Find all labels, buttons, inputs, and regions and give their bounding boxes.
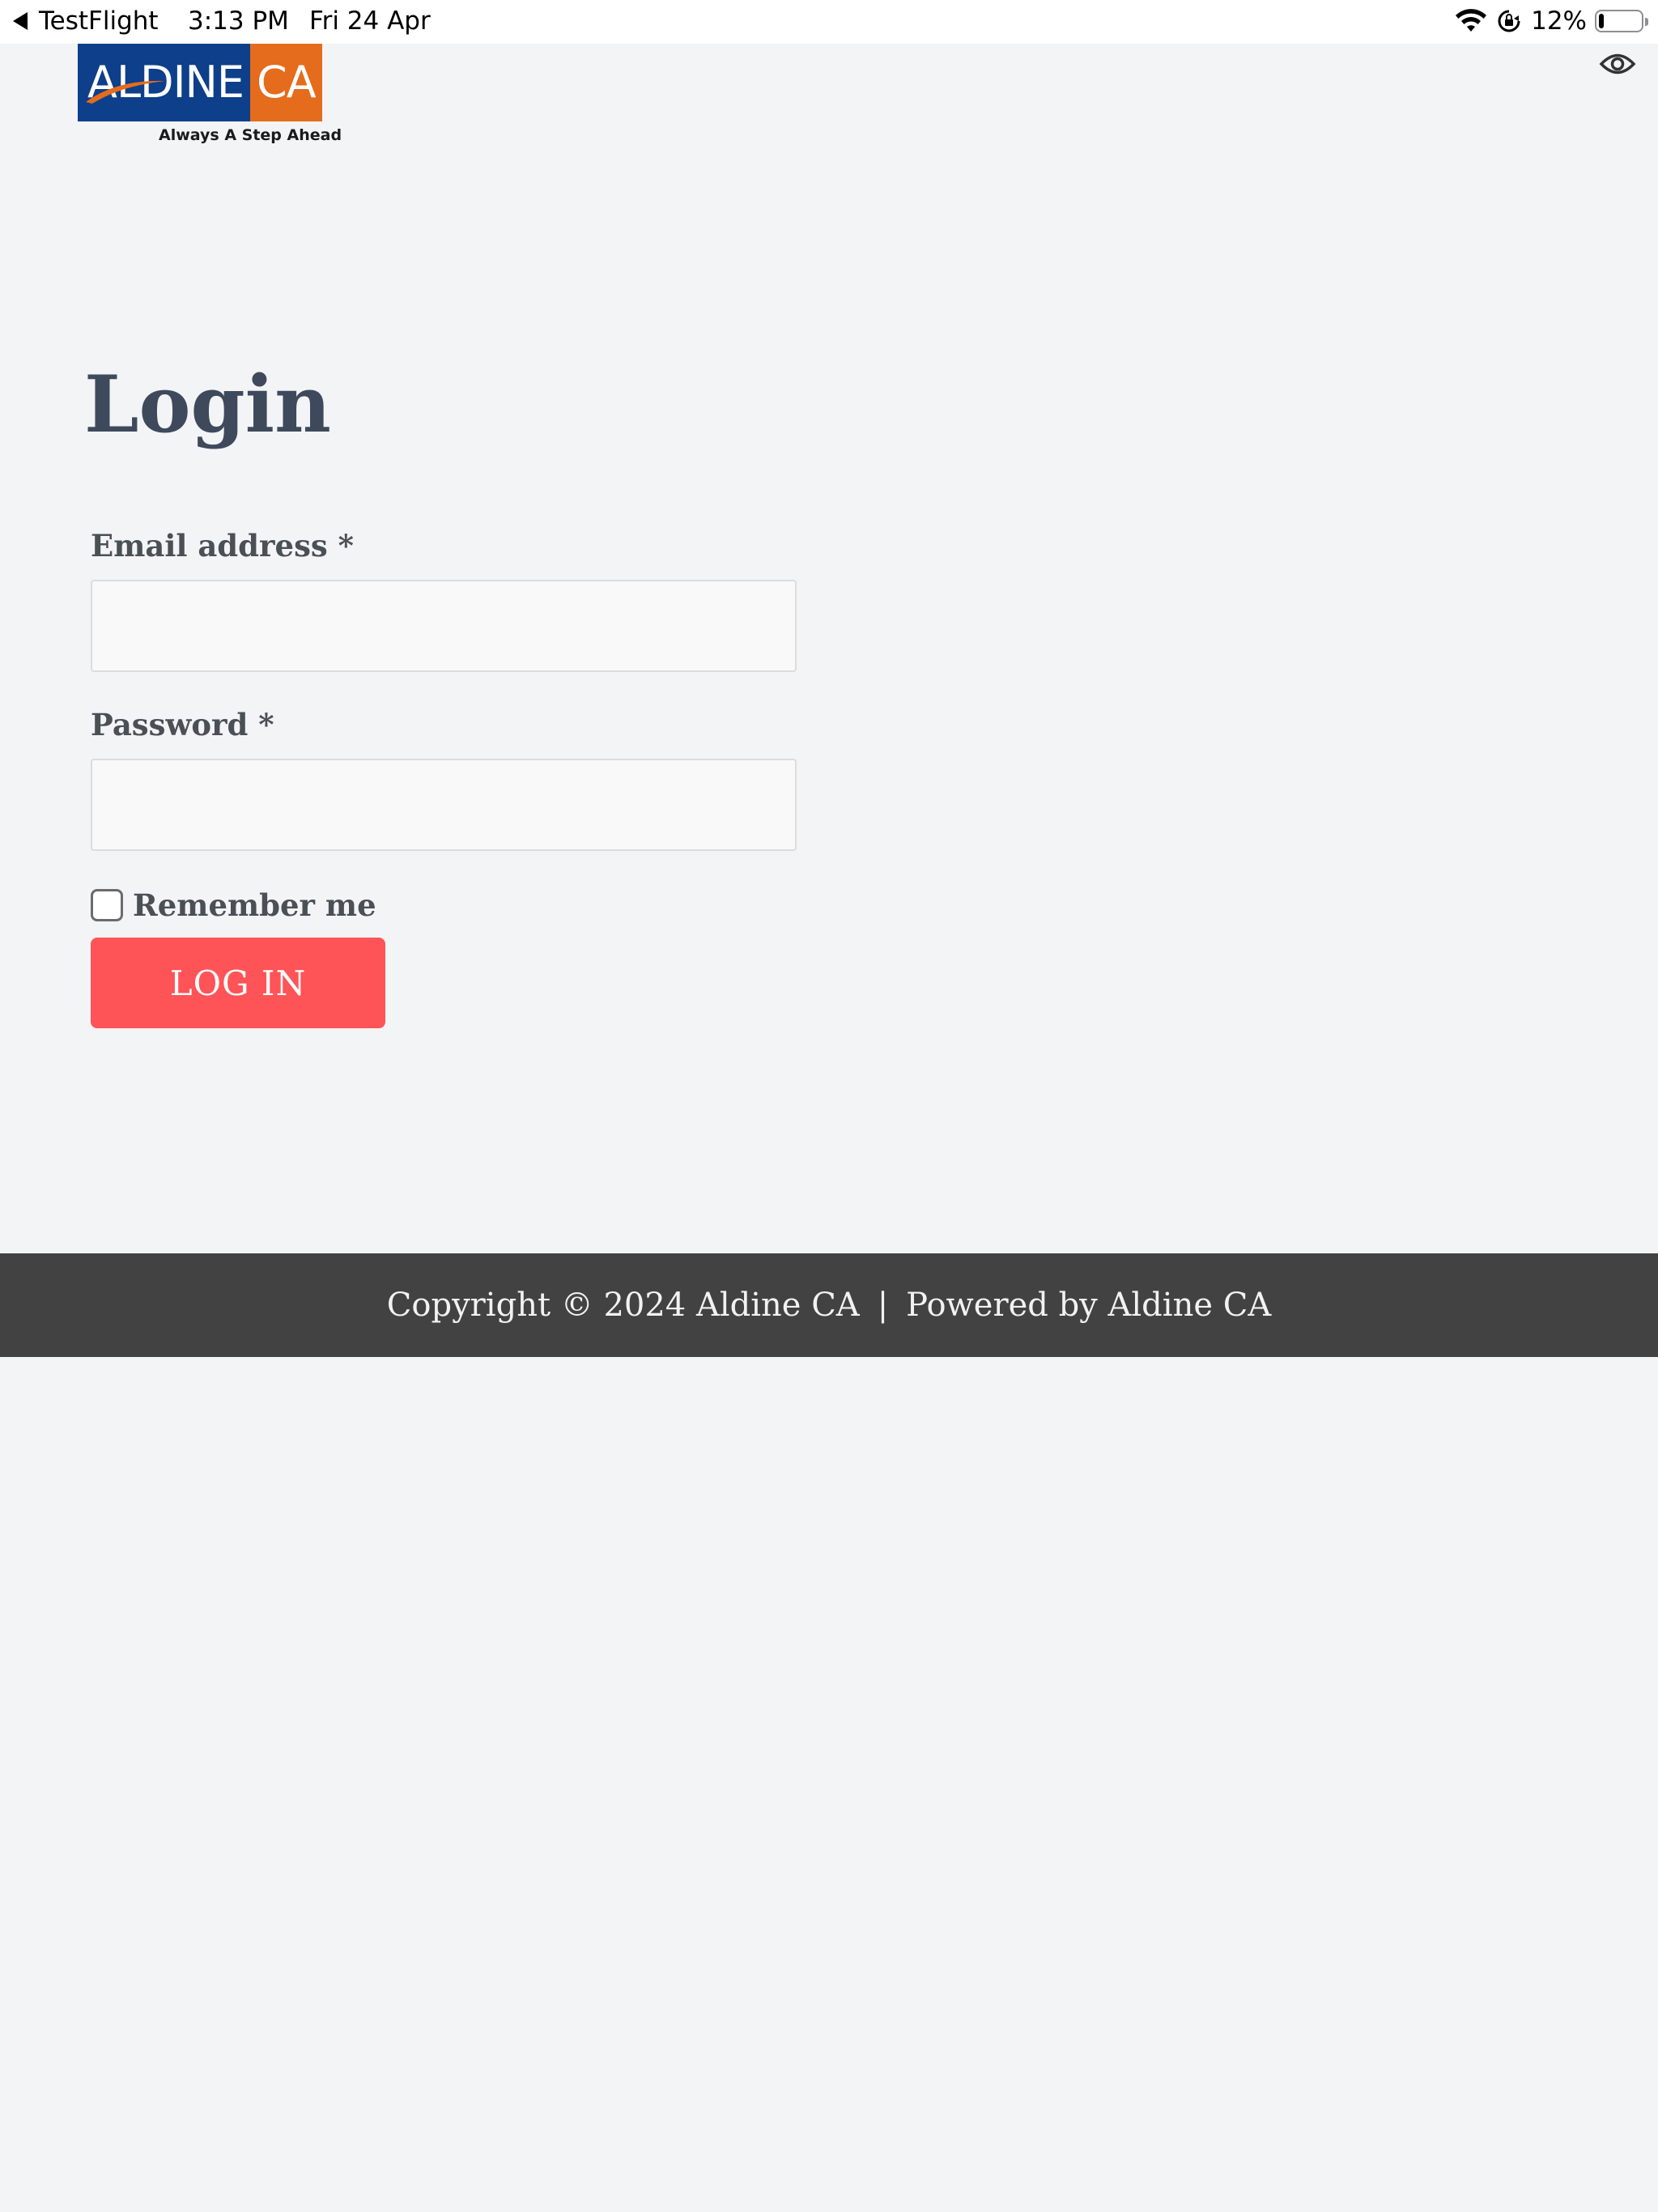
wifi-icon [1456, 9, 1487, 32]
status-bar: TestFlight 3:13 PM Fri 24 Apr 12% [0, 0, 1658, 44]
remember-me-row[interactable]: Remember me [91, 887, 376, 923]
footer: Copyright © 2024 Aldine CA | Powered by … [0, 1253, 1658, 1357]
back-arrow-icon [13, 12, 28, 30]
logo-swoosh-icon [86, 80, 165, 104]
footer-separator: | [877, 1287, 889, 1324]
battery-level [1599, 14, 1604, 28]
email-field[interactable] [91, 580, 797, 672]
status-time: 3:13 PM [188, 6, 289, 36]
eye-icon[interactable] [1599, 50, 1636, 78]
remember-me-checkbox[interactable] [91, 889, 123, 921]
lock-rotation-icon [1498, 10, 1520, 32]
battery-nub [1645, 18, 1648, 26]
password-field[interactable] [91, 759, 797, 851]
footer-powered-by[interactable]: Powered by Aldine CA [906, 1287, 1271, 1324]
back-to-app-link[interactable]: TestFlight [13, 6, 159, 36]
password-label: Password * [91, 707, 274, 742]
back-app-label: TestFlight [39, 6, 159, 36]
remember-me-label[interactable]: Remember me [133, 887, 376, 923]
logo-text-right: CA [257, 57, 317, 108]
log-in-button[interactable]: LOG IN [91, 938, 385, 1028]
battery-percent: 12% [1531, 6, 1587, 36]
aldine-ca-logo[interactable]: ALDINE CA Always A Step Ahead [78, 44, 342, 149]
status-date: Fri 24 Apr [309, 6, 431, 36]
page-title: Login [84, 359, 331, 450]
status-indicators: 12% [1455, 6, 1648, 36]
footer-copyright: Copyright © 2024 Aldine CA [386, 1287, 860, 1324]
battery-icon [1595, 10, 1648, 32]
email-label: Email address * [91, 528, 354, 564]
logo-tagline: Always A Step Ahead [159, 126, 342, 144]
